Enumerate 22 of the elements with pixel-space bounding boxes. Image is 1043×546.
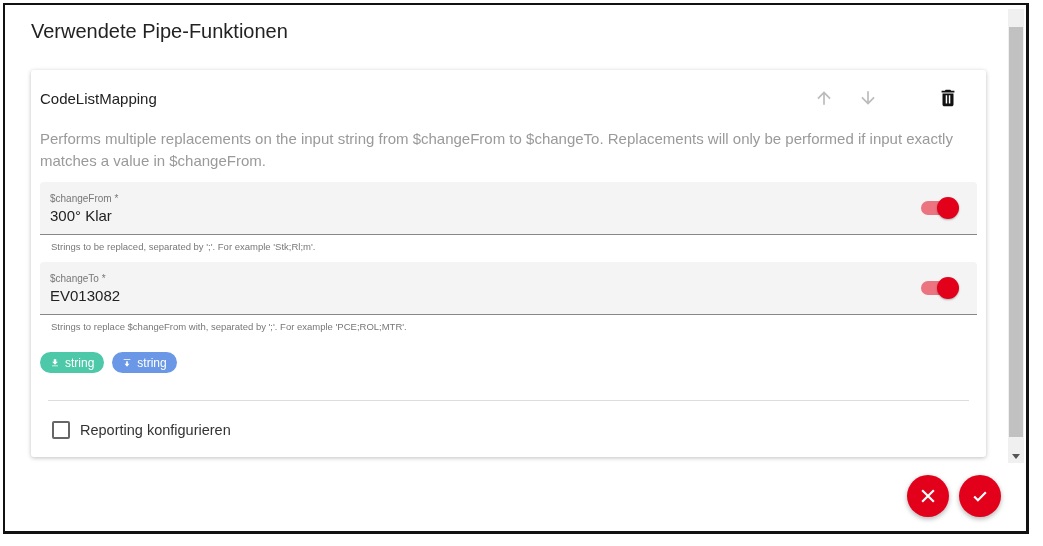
- field-value: 300° Klar: [50, 206, 113, 224]
- field-value: EV013082: [50, 286, 121, 304]
- reporting-checkbox[interactable]: Reporting konfigurieren: [52, 421, 231, 439]
- function-description: Performs multiple replacements on the input string from $changeFrom to $changeTo. Replacements will only be performed if input exactly matches a value in $changeFrom.: [40, 129, 954, 171]
- checkbox-icon[interactable]: [52, 421, 70, 439]
- toggle-switch[interactable]: [919, 196, 959, 220]
- confirm-button[interactable]: [959, 475, 1001, 517]
- field-hint: Strings to replace $changeFrom with, separated by ';'. For example 'PCE;ROL;MTR'.: [50, 320, 408, 334]
- output-arrow-icon: [122, 357, 133, 368]
- scrollbar[interactable]: [1008, 9, 1024, 463]
- type-chip: string: [112, 352, 177, 373]
- toggle-switch[interactable]: [919, 276, 959, 300]
- field-label: $changeTo *: [50, 272, 107, 284]
- type-chip: string: [40, 352, 105, 373]
- parameter-field[interactable]: $changeTo * EV013082: [40, 262, 977, 315]
- dialog-title: Verwendete Pipe-Funktionen: [31, 20, 289, 44]
- field-label: $changeFrom *: [50, 192, 119, 204]
- parameter-field[interactable]: $changeFrom * 300° Klar: [40, 182, 977, 235]
- cancel-button[interactable]: [907, 475, 949, 517]
- field-hint: Strings to be replaced, separated by ';'. For example 'Stk;Rl;m'.: [50, 240, 317, 254]
- scroll-down-icon[interactable]: [1012, 454, 1020, 459]
- function-name: CodeListMapping: [40, 89, 157, 107]
